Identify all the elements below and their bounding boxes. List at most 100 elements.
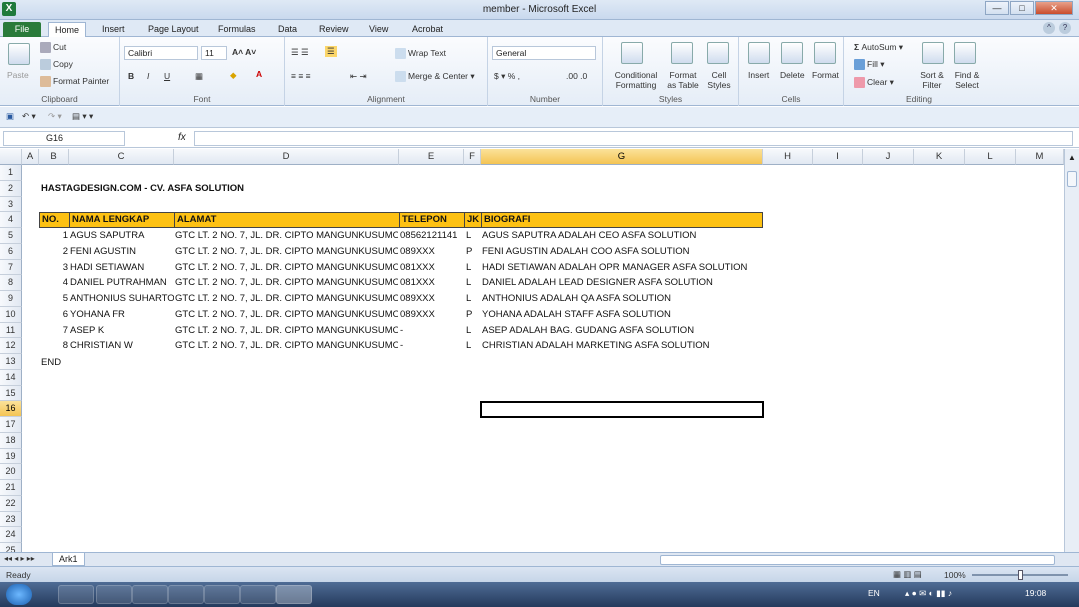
cell-nama[interactable]: HADI SETIAWAN	[70, 260, 174, 276]
cell-no[interactable]: 2	[39, 244, 68, 260]
cell-alamat[interactable]: GTC LT. 2 NO. 7, JL. DR. CIPTO MANGUNKUS…	[175, 244, 398, 260]
find-select-icon[interactable]	[954, 42, 976, 64]
sheet-nav-icons[interactable]: ◂◂ ◂ ▸ ▸▸	[4, 554, 35, 563]
tab-insert[interactable]: Insert	[96, 22, 131, 37]
currency-icon[interactable]: $ ▾ % ,	[494, 71, 520, 82]
column-header-f[interactable]: F	[464, 149, 481, 165]
conditional-formatting-icon[interactable]	[621, 42, 643, 64]
column-header-b[interactable]: B	[39, 149, 69, 165]
row-header-3[interactable]: 3	[0, 196, 22, 213]
taskbar-chrome[interactable]	[132, 585, 168, 604]
cell-styles-button[interactable]: Cell Styles	[703, 70, 735, 90]
cell-telepon[interactable]: 08562121141	[400, 228, 463, 244]
cell-no[interactable]: 3	[39, 260, 68, 276]
cell-biografi[interactable]: HADI SETIAWAN ADALAH OPR MANAGER ASFA SO…	[482, 260, 762, 276]
copy-button[interactable]: Copy	[40, 59, 73, 71]
row-header-13[interactable]: 13	[0, 354, 22, 370]
name-box[interactable]: G16	[3, 131, 125, 146]
column-header-i[interactable]: I	[813, 149, 863, 165]
header-telepon[interactable]: TELEPON	[399, 212, 465, 228]
row-header-4[interactable]: 4	[0, 212, 22, 228]
cell-telepon[interactable]: -	[400, 338, 463, 354]
align-left-icon[interactable]: ≡ ≡ ≡	[291, 71, 311, 81]
column-header-a[interactable]: A	[22, 149, 39, 165]
header-alamat[interactable]: ALAMAT	[174, 212, 400, 228]
row-header-17[interactable]: 17	[0, 417, 22, 433]
tab-page-layout[interactable]: Page Layout	[142, 22, 205, 37]
borders-icon[interactable]: ▦	[195, 71, 203, 82]
redo-icon[interactable]: ↷ ▾	[48, 111, 62, 122]
taskbar-app[interactable]	[204, 585, 240, 604]
row-header-20[interactable]: 20	[0, 464, 22, 480]
cell-alamat[interactable]: GTC LT. 2 NO. 7, JL. DR. CIPTO MANGUNKUS…	[175, 275, 398, 291]
taskbar-excel[interactable]	[276, 585, 312, 604]
start-button[interactable]	[6, 584, 32, 605]
tray-icons[interactable]: ▴ ● ✉ ◐ ▮▮ ♪	[905, 588, 952, 599]
row-header-8[interactable]: 8	[0, 275, 22, 291]
column-header-h[interactable]: H	[763, 149, 813, 165]
minimize-ribbon-icon[interactable]: ^	[1043, 22, 1055, 34]
cell-biografi[interactable]: AGUS SAPUTRA ADALAH CEO ASFA SOLUTION	[482, 228, 762, 244]
column-header-m[interactable]: M	[1016, 149, 1064, 165]
cell-alamat[interactable]: GTC LT. 2 NO. 7, JL. DR. CIPTO MANGUNKUS…	[175, 338, 398, 354]
conditional-formatting-button[interactable]: Conditional Formatting	[607, 70, 665, 90]
header-no[interactable]: NO.	[39, 212, 70, 228]
column-header-l[interactable]: L	[965, 149, 1016, 165]
cell-alamat[interactable]: GTC LT. 2 NO. 7, JL. DR. CIPTO MANGUNKUS…	[175, 228, 398, 244]
cut-button[interactable]: Cut	[40, 42, 66, 54]
row-header-22[interactable]: 22	[0, 495, 22, 512]
vertical-scrollbar[interactable]: ▲	[1064, 149, 1079, 552]
row-header-10[interactable]: 10	[0, 306, 22, 323]
formula-input[interactable]	[194, 131, 1073, 146]
cell-jk[interactable]: P	[466, 244, 480, 260]
paste-button[interactable]: Paste	[7, 70, 29, 80]
tab-formulas[interactable]: Formulas	[212, 22, 262, 37]
row-header-15[interactable]: 15	[0, 385, 22, 402]
number-format-select[interactable]: General	[492, 46, 596, 60]
help-icon[interactable]: ?	[1059, 22, 1071, 34]
merge-center-button[interactable]: Merge & Center ▾	[395, 71, 475, 83]
format-cells-icon[interactable]	[814, 42, 836, 64]
format-table-button[interactable]: Format as Table	[665, 70, 701, 90]
cell-no[interactable]: 7	[39, 323, 68, 339]
fill-button[interactable]: Fill ▾	[854, 59, 885, 71]
cell-alamat[interactable]: GTC LT. 2 NO. 7, JL. DR. CIPTO MANGUNKUS…	[175, 307, 398, 323]
format-cells-button[interactable]: Format	[812, 70, 839, 80]
delete-cells-icon[interactable]	[781, 42, 803, 64]
cell-nama[interactable]: ASEP K	[70, 323, 174, 339]
insert-cells-button[interactable]: Insert	[748, 70, 769, 80]
cell-biografi[interactable]: DANIEL ADALAH LEAD DESIGNER ASFA SOLUTIO…	[482, 275, 762, 291]
insert-cells-icon[interactable]	[748, 42, 770, 64]
save-icon[interactable]: ▣	[6, 111, 14, 122]
function-icon[interactable]: fx	[178, 132, 186, 143]
tab-acrobat[interactable]: Acrobat	[406, 22, 449, 37]
row-header-18[interactable]: 18	[0, 432, 22, 449]
column-header-g[interactable]: G	[481, 149, 763, 165]
close-button[interactable]: ✕	[1035, 1, 1073, 15]
tab-view[interactable]: View	[363, 22, 394, 37]
cell-nama[interactable]: YOHANA FR	[70, 307, 174, 323]
clear-button[interactable]: Clear ▾	[854, 77, 894, 89]
cell-biografi[interactable]: FENI AGUSTIN ADALAH COO ASFA SOLUTION	[482, 244, 762, 260]
cell-alamat[interactable]: GTC LT. 2 NO. 7, JL. DR. CIPTO MANGUNKUS…	[175, 323, 398, 339]
fill-color-icon[interactable]: ◆	[230, 70, 237, 81]
spreadsheet-grid[interactable]: A B C D E F G H I J K L M 1 2 3 4 5 6 7 8 9 10 11 1…	[0, 149, 1064, 552]
decimal-icon[interactable]: .00 .0	[566, 71, 587, 81]
wrap-text-button[interactable]: Wrap Text	[395, 48, 446, 60]
cell-jk[interactable]: L	[466, 260, 480, 276]
column-header-c[interactable]: C	[69, 149, 174, 165]
cell-nama[interactable]: FENI AGUSTIN	[70, 244, 174, 260]
autosum-button[interactable]: Σ AutoSum ▾	[854, 42, 903, 53]
indent-icon[interactable]: ⇤ ⇥	[350, 71, 367, 82]
maximize-button[interactable]: □	[1010, 1, 1034, 15]
italic-button[interactable]: I	[147, 71, 149, 81]
end-label[interactable]: END	[41, 355, 61, 371]
select-all-corner[interactable]	[0, 149, 22, 165]
tab-review[interactable]: Review	[313, 22, 355, 37]
column-header-j[interactable]: J	[863, 149, 914, 165]
column-header-e[interactable]: E	[399, 149, 464, 165]
find-select-button[interactable]: Find & Select	[950, 70, 984, 90]
row-header-9[interactable]: 9	[0, 291, 22, 307]
sheet-tab-ark1[interactable]: Ark1	[52, 553, 85, 566]
selected-cell-g16[interactable]	[480, 401, 764, 418]
